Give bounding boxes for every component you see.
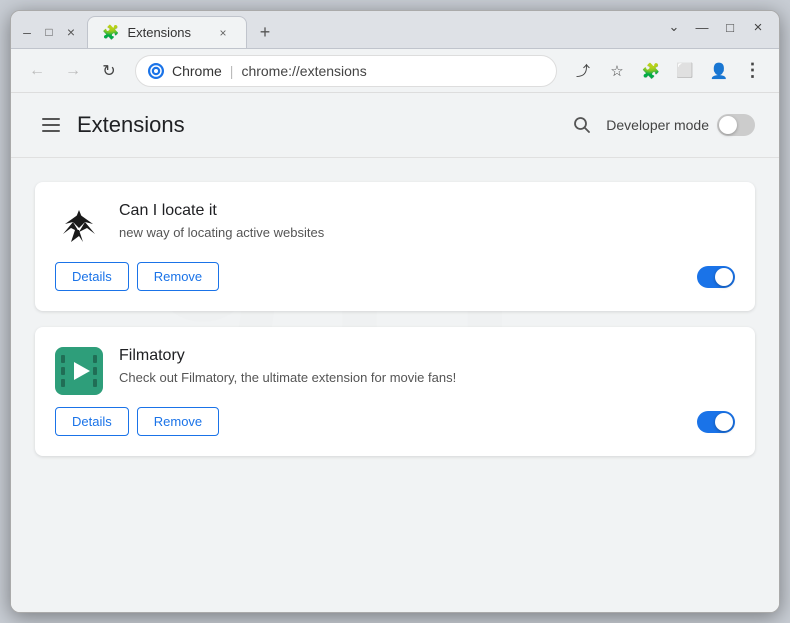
card-bottom: Details Remove <box>55 407 735 436</box>
tab-title-label: Extensions <box>127 25 206 40</box>
card-top: Filmatory Check out Filmatory, the ultim… <box>55 347 735 395</box>
can-i-locate-it-details-button[interactable]: Details <box>55 262 129 291</box>
filmatory-remove-button[interactable]: Remove <box>137 407 219 436</box>
extensions-button[interactable]: 🧩 <box>635 55 667 87</box>
nav-right-buttons: ⤴ ☆ 🧩 ⬜ 👤 ⋮ <box>567 55 769 87</box>
win-dropdown-button[interactable]: ⌄ <box>661 14 687 40</box>
extension-card-can-i-locate-it: Can I locate it new way of locating acti… <box>35 182 755 311</box>
page-title: Extensions <box>77 112 566 138</box>
developer-mode-toggle[interactable] <box>717 114 755 136</box>
filmatory-logo <box>55 347 103 395</box>
ham-line-3 <box>42 130 60 132</box>
can-i-locate-it-name: Can I locate it <box>119 202 735 220</box>
developer-mode-toggle-knob <box>719 116 737 134</box>
maximize-button[interactable]: □ <box>41 24 57 40</box>
can-i-locate-it-toggle[interactable] <box>697 266 735 288</box>
chrome-icon <box>148 63 164 79</box>
search-button[interactable] <box>566 109 598 141</box>
profile-button[interactable]: 👤 <box>703 55 735 87</box>
win-close-button[interactable]: × <box>745 14 771 40</box>
tab-bar: – □ × 🧩 Extensions × + <box>19 16 661 48</box>
filmatory-info: Filmatory Check out Filmatory, the ultim… <box>119 347 735 387</box>
minimize-button[interactable]: – <box>19 24 35 40</box>
tab-extensions-icon: 🧩 <box>102 24 119 41</box>
win-maximize-button[interactable]: □ <box>717 14 743 40</box>
extension-cards-area: 911 <box>11 158 779 480</box>
share-button[interactable]: ⤴ <box>567 55 599 87</box>
active-tab[interactable]: 🧩 Extensions × <box>87 16 247 48</box>
title-bar-controls: ⌄ — □ × <box>661 14 771 48</box>
split-screen-button[interactable]: ⬜ <box>669 55 701 87</box>
filmatory-details-button[interactable]: Details <box>55 407 129 436</box>
address-separator: | <box>230 63 234 79</box>
card-bottom: Details Remove <box>55 262 735 291</box>
extensions-page: Extensions Developer mode <box>11 93 779 612</box>
filmatory-toggle-knob <box>715 413 733 431</box>
filmatory-desc: Check out Filmatory, the ultimate extens… <box>119 369 735 387</box>
developer-mode-label: Developer mode <box>606 117 709 133</box>
new-tab-button[interactable]: + <box>251 18 279 46</box>
window-controls: – □ × <box>19 24 79 48</box>
title-bar: – □ × 🧩 Extensions × + ⌄ — □ × <box>11 11 779 49</box>
can-i-locate-it-remove-button[interactable]: Remove <box>137 262 219 291</box>
address-bar[interactable]: Chrome | chrome://extensions <box>135 55 557 87</box>
browser-label: Chrome <box>172 63 222 79</box>
filmatory-name: Filmatory <box>119 347 735 365</box>
address-url: chrome://extensions <box>241 63 366 79</box>
hamburger-menu-button[interactable] <box>35 109 67 141</box>
developer-mode-section: Developer mode <box>566 109 755 141</box>
back-button[interactable]: ← <box>21 55 53 87</box>
win-minimize-button[interactable]: — <box>689 14 715 40</box>
browser-window: – □ × 🧩 Extensions × + ⌄ — □ × ← → ↻ <box>10 10 780 613</box>
extensions-header: Extensions Developer mode <box>11 93 779 158</box>
can-i-locate-it-toggle-area <box>697 266 735 288</box>
bookmark-button[interactable]: ☆ <box>601 55 633 87</box>
can-i-locate-it-info: Can I locate it new way of locating acti… <box>119 202 735 242</box>
nav-bar: ← → ↻ Chrome | chrome://extensions ⤴ ☆ 🧩… <box>11 49 779 93</box>
menu-button[interactable]: ⋮ <box>737 55 769 87</box>
close-button[interactable]: × <box>63 24 79 40</box>
page-content: Extensions Developer mode <box>11 93 779 612</box>
card-top: Can I locate it new way of locating acti… <box>55 202 735 250</box>
ham-line-2 <box>42 124 60 126</box>
refresh-button[interactable]: ↻ <box>93 55 125 87</box>
can-i-locate-it-desc: new way of locating active websites <box>119 224 735 242</box>
tab-close-button[interactable]: × <box>214 24 232 42</box>
filmatory-toggle[interactable] <box>697 411 735 433</box>
extension-card-filmatory: Filmatory Check out Filmatory, the ultim… <box>35 327 755 456</box>
forward-button[interactable]: → <box>57 55 89 87</box>
can-i-locate-it-toggle-knob <box>715 268 733 286</box>
ham-line-1 <box>42 118 60 120</box>
can-i-locate-it-logo <box>55 202 103 250</box>
filmatory-toggle-area <box>697 411 735 433</box>
